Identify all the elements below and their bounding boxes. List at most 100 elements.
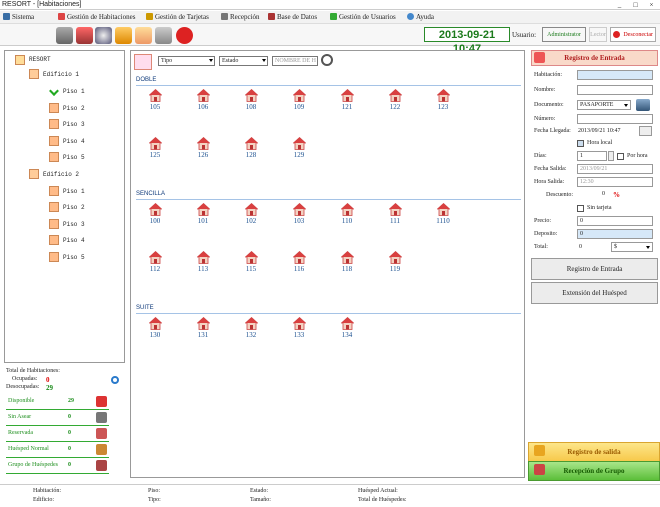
menu-gestion-habitaciones[interactable]: Gestión de Habitaciones: [58, 12, 135, 23]
refresh-icon[interactable]: [111, 376, 119, 384]
disconnect-button[interactable]: Desconectar: [610, 27, 656, 42]
lector-button[interactable]: Lector: [589, 27, 607, 42]
status-count-row[interactable]: Sin Asear 0: [6, 412, 109, 426]
room-tile[interactable]: 110: [335, 202, 359, 229]
group-reception-button[interactable]: Recepción de Grupo: [528, 461, 660, 481]
precio-field[interactable]: 0: [577, 216, 653, 226]
maximize-button[interactable]: □: [628, 0, 643, 10]
status-count-row[interactable]: Huésped Normal 0: [6, 444, 109, 458]
status-count-row[interactable]: Reservada 0: [6, 428, 109, 442]
tree-floor[interactable]: Piso 1: [63, 88, 85, 96]
checkout-button[interactable]: Registro de salida: [528, 442, 660, 462]
menu-recepcion[interactable]: Recepción: [221, 12, 260, 23]
room-tile[interactable]: 106: [191, 88, 215, 115]
room-tile[interactable]: 132: [239, 316, 263, 343]
room-tile[interactable]: 119: [383, 250, 407, 277]
checkout-tool-icon[interactable]: [135, 27, 152, 44]
close-window-button[interactable]: ×: [644, 0, 659, 10]
room-tile[interactable]: 118: [335, 250, 359, 277]
room-tile[interactable]: 112: [143, 250, 167, 277]
status-count-row[interactable]: Disponible 29: [6, 396, 109, 410]
tree-building-2[interactable]: Edificio 2: [43, 171, 79, 179]
por-hora-checkbox[interactable]: [617, 153, 624, 160]
building-icon: [29, 168, 39, 179]
estado-select[interactable]: Estado: [219, 56, 268, 66]
room-tile[interactable]: 122: [383, 88, 407, 115]
extension-huesped-button[interactable]: Extensión del Huésped: [531, 282, 658, 304]
numero-field[interactable]: [577, 114, 653, 124]
tree-floor[interactable]: Piso 4: [63, 237, 85, 245]
currency-select[interactable]: $: [611, 242, 653, 252]
fecha-salida-field[interactable]: 2013/09/21: [577, 164, 653, 174]
menu-gestion-usuarios[interactable]: Gestión de Usuarios: [330, 12, 396, 23]
tree-floor[interactable]: Piso 5: [63, 154, 85, 162]
clock-tool-icon[interactable]: [95, 27, 112, 44]
room-tile[interactable]: 130: [143, 316, 167, 343]
room-tile[interactable]: 128: [239, 136, 263, 163]
room-tile[interactable]: 121: [335, 88, 359, 115]
room-tile[interactable]: 126: [191, 136, 215, 163]
room-tile[interactable]: 108: [239, 88, 263, 115]
room-tile[interactable]: 123: [431, 88, 455, 115]
room-tile[interactable]: 111: [383, 202, 407, 229]
key-tool-icon[interactable]: [115, 27, 132, 44]
sin-tarjeta-checkbox[interactable]: [577, 205, 584, 212]
habitacion-field[interactable]: [577, 70, 653, 80]
tree-building-1[interactable]: Edificio 1: [43, 71, 79, 79]
dias-field[interactable]: 1: [577, 151, 607, 161]
room-tile[interactable]: 133: [287, 316, 311, 343]
tree-floor[interactable]: Piso 3: [63, 121, 85, 129]
status-count-row[interactable]: Grupo de Huéspedes 0: [6, 460, 109, 474]
documento-select[interactable]: PASAPORTE: [577, 100, 631, 110]
status-huesped: Huésped Actual:: [358, 488, 398, 494]
building-tool-icon[interactable]: [56, 27, 73, 44]
room-tile[interactable]: 109: [287, 88, 311, 115]
tree-floor[interactable]: Piso 3: [63, 221, 85, 229]
room-tile[interactable]: 125: [143, 136, 167, 163]
deposito-field[interactable]: 0: [577, 229, 653, 239]
room-tile[interactable]: 131: [191, 316, 215, 343]
hora-local-checkbox[interactable]: [577, 140, 584, 147]
descuento-field[interactable]: 0: [577, 190, 607, 200]
room-tile[interactable]: 105: [143, 88, 167, 115]
minimize-button[interactable]: _: [612, 0, 627, 10]
tree-floor[interactable]: Piso 1: [63, 188, 85, 196]
menu-ayuda[interactable]: Ayuda: [407, 12, 434, 23]
power-icon[interactable]: [176, 27, 193, 44]
habitacion-label: Habitación:: [534, 72, 562, 78]
house-icon: [292, 250, 307, 264]
room-tile[interactable]: 100: [143, 202, 167, 229]
tipo-select[interactable]: Tipo: [158, 56, 215, 66]
search-tool-icon[interactable]: [155, 27, 172, 44]
room-tile[interactable]: 102: [239, 202, 263, 229]
nombre-field[interactable]: [577, 85, 653, 95]
percent-sign: %: [613, 191, 620, 199]
tree-floor[interactable]: Piso 2: [63, 105, 85, 113]
hora-salida-field[interactable]: 12:30: [577, 177, 653, 187]
tree-floor[interactable]: Piso 5: [63, 254, 85, 262]
room-tile[interactable]: 103: [287, 202, 311, 229]
floor-icon: [49, 119, 59, 129]
tree-root[interactable]: RESORT: [29, 56, 51, 64]
tree-floor[interactable]: Piso 4: [63, 138, 85, 146]
calendar-picker-icon[interactable]: [639, 126, 652, 136]
room-tile[interactable]: 134: [335, 316, 359, 343]
menu-sistema[interactable]: Sistema: [3, 12, 34, 23]
hora-salida-label: Hora Salida:: [534, 179, 565, 185]
menu-base-datos[interactable]: Base de Datos: [268, 12, 317, 23]
luggage-tool-icon[interactable]: [76, 27, 93, 44]
room-tile[interactable]: 1110: [431, 202, 455, 229]
registro-entrada-button[interactable]: Registro de Entrada: [531, 258, 658, 280]
dias-stepper[interactable]: [608, 151, 614, 161]
menu-gestion-tarjetas[interactable]: Gestión de Tarjetas: [146, 12, 209, 23]
room-name-search-input[interactable]: NOMBRE DE H: [272, 56, 318, 66]
room-tile[interactable]: 116: [287, 250, 311, 277]
deposito-label: Deposito:: [534, 231, 558, 237]
room-tile[interactable]: 129: [287, 136, 311, 163]
tree-floor[interactable]: Piso 2: [63, 204, 85, 212]
id-scan-icon[interactable]: [636, 99, 650, 111]
room-tile[interactable]: 101: [191, 202, 215, 229]
search-icon[interactable]: [321, 54, 333, 66]
room-tile[interactable]: 113: [191, 250, 215, 277]
room-tile[interactable]: 115: [239, 250, 263, 277]
